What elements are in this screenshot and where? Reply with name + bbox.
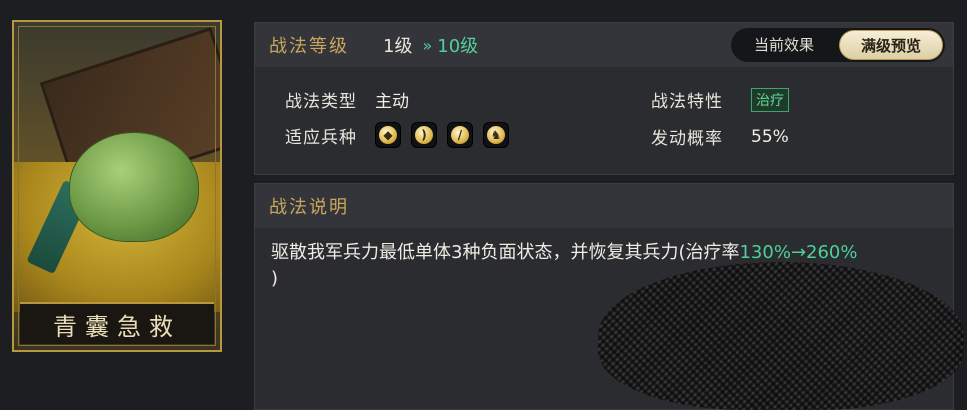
description-header: 战法说明 [255, 184, 953, 228]
description-main: 驱散我军兵力最低单体3种负面状态，并恢复其兵力(治疗率 [271, 242, 740, 263]
max-level-preview-tab[interactable]: 满级预览 [839, 30, 943, 60]
corner-ornament [14, 342, 22, 350]
heal-rate: 130%→260% [739, 242, 858, 263]
corner-ornament [212, 342, 220, 350]
current-effect-tab[interactable]: 当前效果 [733, 30, 835, 60]
troop-types-row: 适应兵种 ◆ ) / ♞ [285, 122, 509, 148]
card-name: 青囊急救 [53, 312, 181, 341]
noise-overlay [598, 262, 964, 410]
card-name-plate: 青囊急救 [20, 302, 214, 344]
skill-type-label: 战法类型 [285, 92, 357, 112]
level-to: 10级 [437, 36, 479, 57]
corner-ornament [212, 22, 220, 30]
skill-trait-row: 战法特性 治疗 [651, 87, 789, 112]
trigger-chance-row: 发动概率 55% [651, 124, 789, 150]
shield-icon: ◆ [375, 122, 401, 148]
trigger-chance-value: 55% [751, 126, 789, 147]
bow-icon: ) [411, 122, 437, 148]
trigger-chance-label: 发动概率 [651, 129, 723, 149]
horse-icon: ♞ [483, 122, 509, 148]
level-label: 战法等级 [269, 36, 349, 57]
skill-card: 青囊急救 [12, 20, 222, 352]
skill-info-panel: 战法等级 1级 » 10级 当前效果 满级预览 战法类型 主动 战法特性 治疗 … [254, 22, 954, 175]
level-arrow-icon: » [422, 35, 432, 55]
card-inner-frame [18, 26, 216, 346]
skill-trait-label: 战法特性 [651, 92, 723, 112]
effect-toggle[interactable]: 当前效果 满级预览 [731, 28, 945, 62]
spear-icon: / [447, 122, 473, 148]
description-title: 战法说明 [269, 197, 349, 218]
troop-types-label: 适应兵种 [285, 127, 357, 148]
description-end: ) [271, 268, 279, 289]
level-from: 1级 [383, 36, 413, 57]
trait-tag: 治疗 [751, 87, 789, 112]
skill-type-value: 主动 [375, 92, 409, 112]
corner-ornament [14, 22, 22, 30]
skill-type-row: 战法类型 主动 [285, 87, 409, 112]
